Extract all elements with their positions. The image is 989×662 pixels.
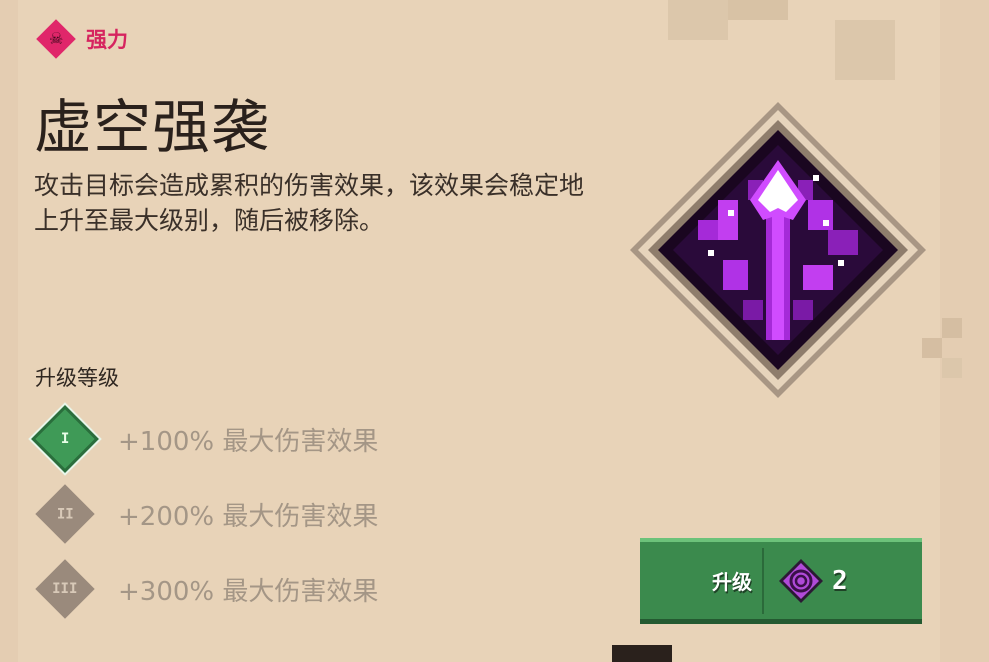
tier-numeral: I xyxy=(60,431,70,447)
tier-text: +200% 最大伤害效果 xyxy=(118,501,379,532)
bg-decor-block xyxy=(0,0,18,662)
tier-numeral: II xyxy=(56,505,74,522)
upgrade-tier: I +100% 最大伤害效果 xyxy=(35,409,379,469)
enchant-tag: ☠ 强力 xyxy=(36,19,128,59)
enchant-title: 虚空强袭 xyxy=(34,93,271,161)
tier-badge-icon: III xyxy=(35,559,95,619)
upgrade-tier: II +200% 最大伤害效果 xyxy=(35,484,379,544)
bg-decor-block xyxy=(942,358,962,378)
tier-numeral: III xyxy=(52,580,78,597)
tier-text: +100% 最大伤害效果 xyxy=(118,426,379,457)
upgrade-tier: III +300% 最大伤害效果 xyxy=(35,559,379,619)
upgrade-button-label: 升级 xyxy=(712,570,752,594)
bg-decor-block xyxy=(728,0,788,20)
tier-badge-icon: I xyxy=(35,409,95,469)
enchant-description: 攻击目标会造成累积的伤害效果，该效果会稳定地上升至最大级别，随后被移除。 xyxy=(34,171,585,235)
void-strike-art-icon xyxy=(630,102,926,398)
tier-badge-icon: II xyxy=(35,484,95,544)
upgrade-cost: 2 xyxy=(832,565,848,596)
bg-decor-block xyxy=(835,20,895,80)
bg-decor-block xyxy=(612,645,672,662)
upgrade-button[interactable]: 升级 2 xyxy=(640,538,922,624)
upgrade-levels-heading: 升级等级 xyxy=(35,366,119,390)
bg-decor-block xyxy=(942,318,962,338)
bg-decor-block xyxy=(668,0,728,40)
button-divider xyxy=(762,547,764,614)
enchantment-point-icon xyxy=(779,558,823,603)
tier-text: +300% 最大伤害效果 xyxy=(118,576,379,607)
tag-label: 强力 xyxy=(86,28,128,52)
skull-icon: ☠ xyxy=(36,19,76,59)
